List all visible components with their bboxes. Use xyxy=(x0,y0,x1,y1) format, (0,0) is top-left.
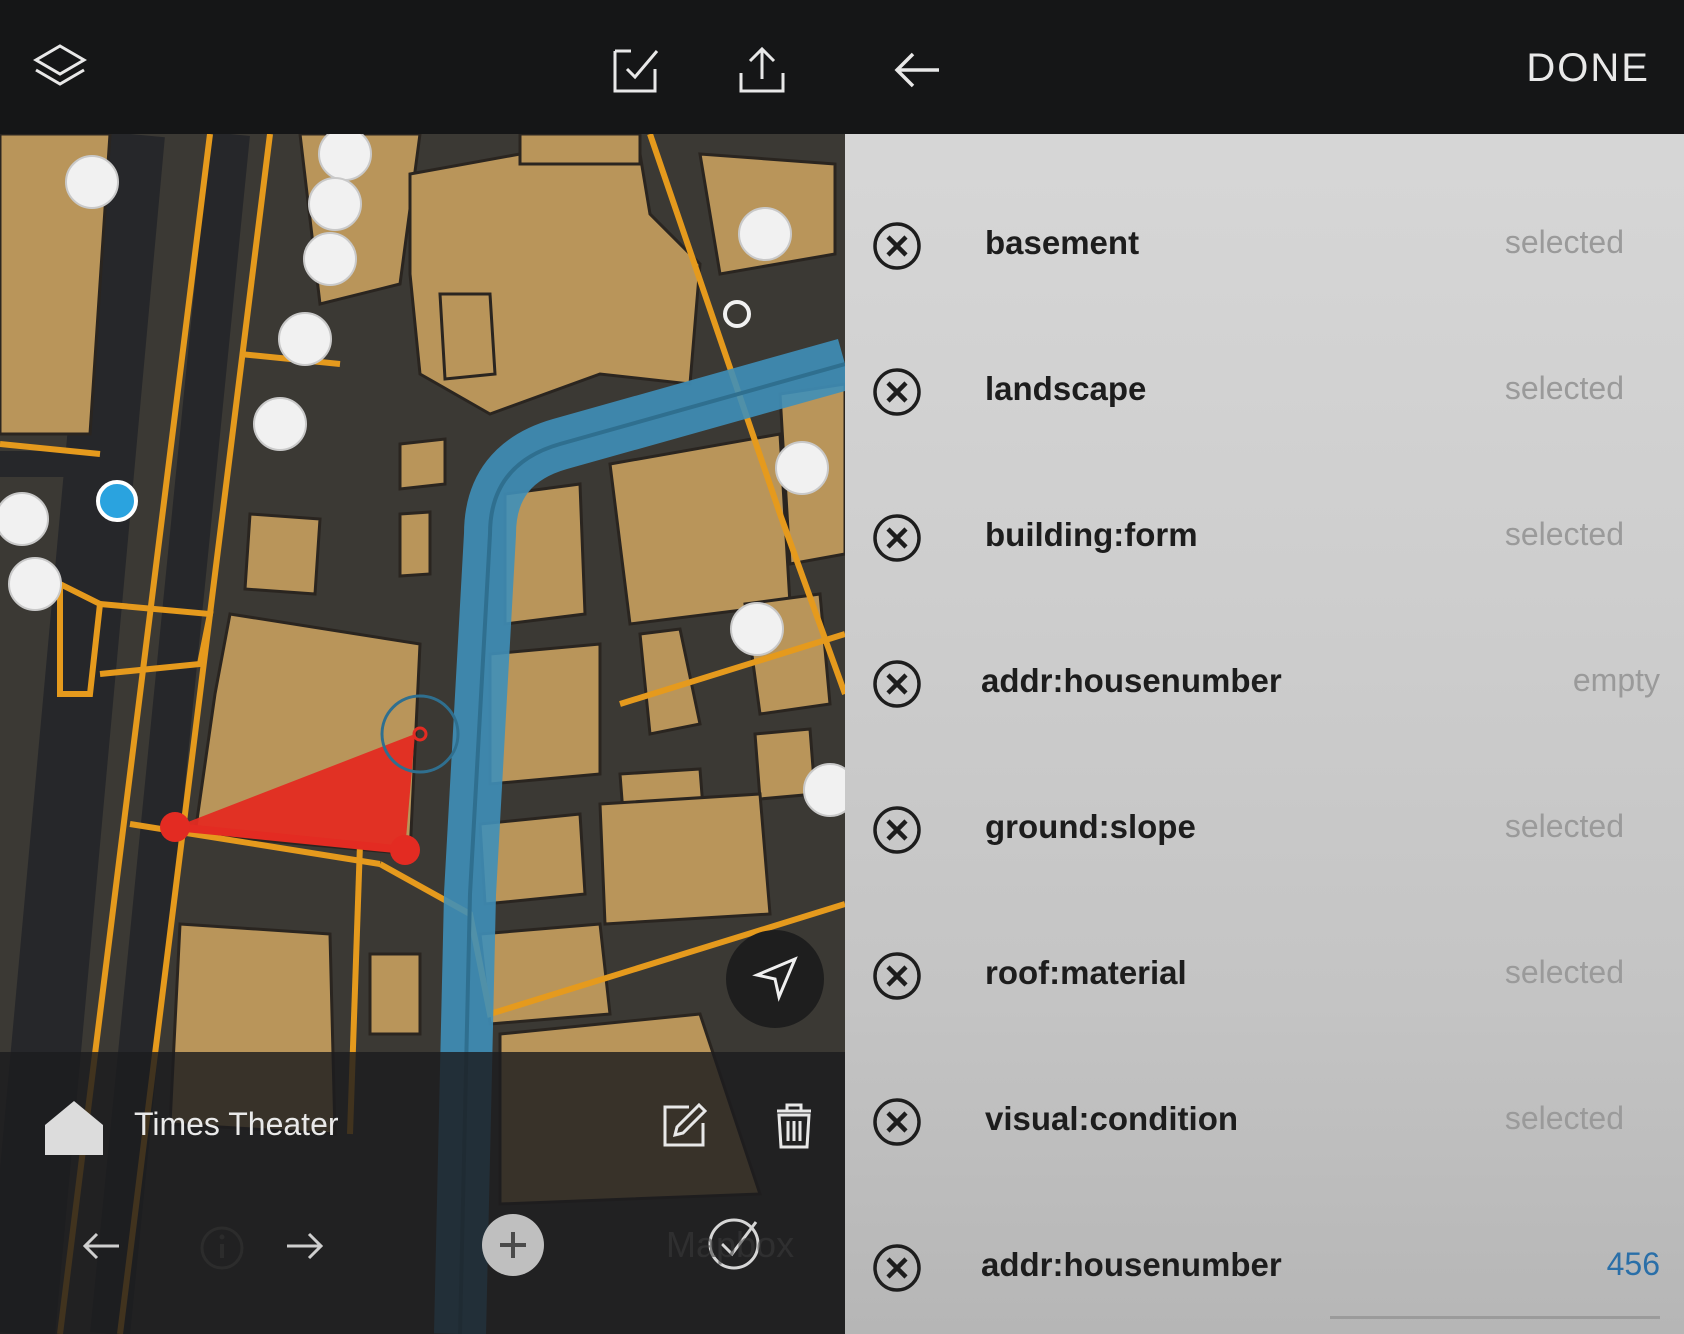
tag-key: landscape xyxy=(985,370,1147,407)
user-location xyxy=(96,480,138,522)
remove-tag-icon[interactable] xyxy=(871,220,923,272)
tag-key: addr:housenumber xyxy=(981,1246,1282,1283)
tag-key: building:form xyxy=(985,516,1198,553)
tag-row[interactable]: visual:condition selected xyxy=(845,1062,1684,1182)
info-icon[interactable] xyxy=(196,1222,248,1274)
trash-icon[interactable] xyxy=(766,1098,822,1154)
map-toolbar xyxy=(0,0,845,134)
tag-row[interactable]: basement selected xyxy=(845,186,1684,306)
tag-value[interactable]: selected xyxy=(1505,370,1624,407)
feature-name: Times Theater xyxy=(134,1106,339,1142)
house-icon xyxy=(38,1092,110,1164)
tag-value[interactable]: selected xyxy=(1505,1100,1624,1137)
tag-row[interactable]: addr:housenumber empty xyxy=(845,624,1684,744)
remove-tag-icon[interactable] xyxy=(871,366,923,418)
tag-row[interactable]: ground:slope selected xyxy=(845,770,1684,890)
back-arrow-icon[interactable] xyxy=(885,38,949,102)
tag-editor-panel: DONE basement selected landscape selecte… xyxy=(845,0,1684,1334)
tag-row[interactable]: building:form selected xyxy=(845,478,1684,598)
tag-value[interactable]: empty xyxy=(1573,662,1660,699)
map-editor-panel: Mapbox Times Theater xyxy=(0,0,845,1334)
remove-tag-icon[interactable] xyxy=(871,804,923,856)
tag-row[interactable]: landscape selected xyxy=(845,332,1684,452)
tag-row[interactable]: roof:material selected xyxy=(845,916,1684,1036)
tag-editor-toolbar: DONE xyxy=(845,0,1684,134)
arrow-left-icon[interactable] xyxy=(74,1218,130,1274)
arrow-right-icon[interactable] xyxy=(276,1218,332,1274)
tag-key: ground:slope xyxy=(985,808,1196,845)
tag-row[interactable]: addr:housenumber 456 xyxy=(845,1208,1684,1328)
tag-value[interactable]: selected xyxy=(1505,224,1624,261)
remove-tag-icon[interactable] xyxy=(871,658,923,710)
pencil-icon[interactable] xyxy=(656,1098,712,1154)
done-button[interactable]: DONE xyxy=(1526,46,1650,91)
remove-tag-icon[interactable] xyxy=(871,950,923,1002)
tag-value[interactable]: selected xyxy=(1505,808,1624,845)
tag-value[interactable]: selected xyxy=(1505,954,1624,991)
tag-list: basement selected landscape selected bui… xyxy=(845,134,1684,1334)
map-watermark: Mapbox xyxy=(666,1224,795,1265)
remove-tag-icon[interactable] xyxy=(871,1096,923,1148)
remove-tag-icon[interactable] xyxy=(871,512,923,564)
tag-value[interactable]: selected xyxy=(1505,516,1624,553)
upload-icon[interactable] xyxy=(732,40,792,100)
input-underline xyxy=(1330,1316,1660,1319)
feature-info-panel: Mapbox xyxy=(0,1052,845,1334)
tag-key: basement xyxy=(985,224,1140,261)
plus-icon[interactable] xyxy=(482,1214,544,1276)
remove-tag-icon[interactable] xyxy=(871,1242,923,1294)
layers-icon[interactable] xyxy=(28,36,92,100)
tag-value[interactable]: 456 xyxy=(1607,1246,1660,1283)
tag-key: visual:condition xyxy=(985,1100,1239,1137)
navigation-arrow-icon[interactable] xyxy=(726,930,824,1028)
tag-key: roof:material xyxy=(985,954,1187,991)
checklist-icon[interactable] xyxy=(606,40,666,100)
tag-key: addr:housenumber xyxy=(981,662,1282,699)
